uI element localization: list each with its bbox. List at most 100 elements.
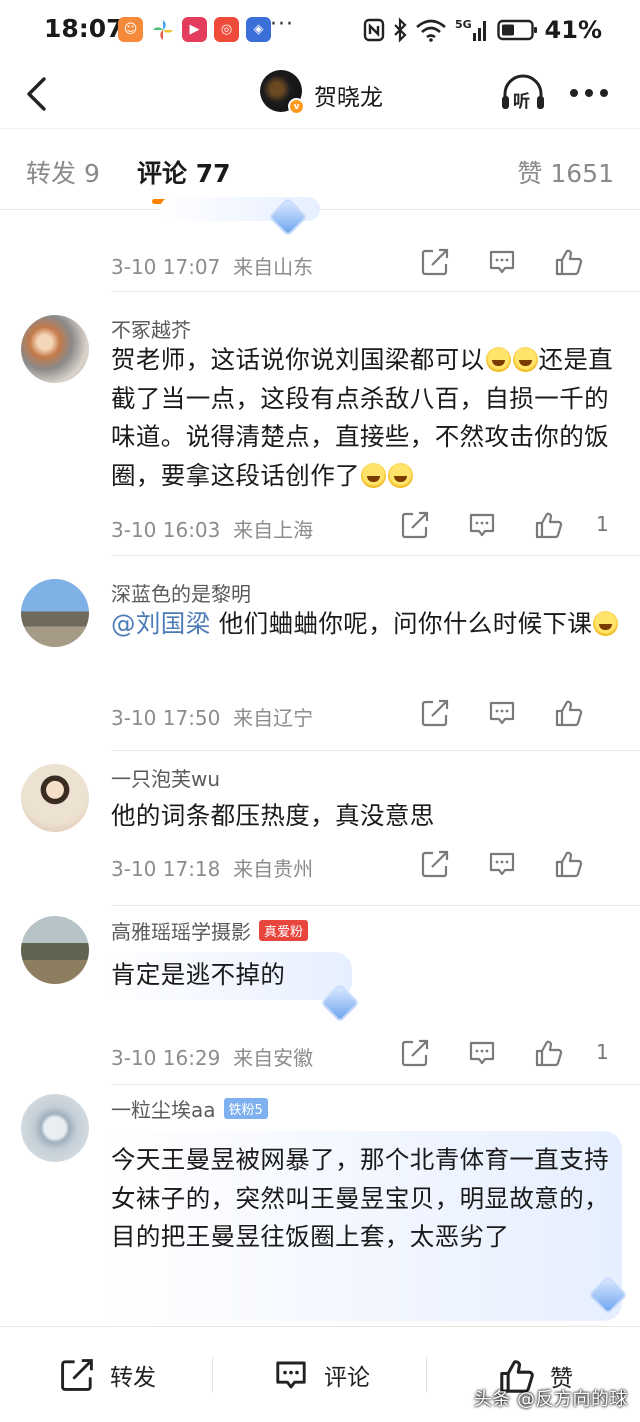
share-button[interactable] <box>420 247 454 281</box>
battery-percent: 41% <box>544 16 602 44</box>
tab-comment[interactable]: 评论 77 <box>137 154 231 190</box>
status-bar: 18:07 ☺ ▶ ◎ ◈ ··· 5G 41% <box>0 0 640 62</box>
comment-icon <box>489 852 515 876</box>
comment-text: 他的词条都压热度，真没意思 <box>111 801 435 830</box>
battery-icon <box>496 19 537 41</box>
verified-badge-icon: v <box>288 98 305 115</box>
author-name[interactable]: 贺晓龙 <box>314 78 383 112</box>
comment-meta: 3-10 17:07 来自山东 <box>111 251 313 280</box>
watermark-text: 头条 @反方向的球 <box>473 1389 628 1410</box>
laugh-cry-emoji-icon <box>388 462 413 488</box>
bottom-separator <box>426 1357 427 1393</box>
reply-button[interactable] <box>487 849 521 883</box>
taobao-icon: ☺ <box>118 17 143 42</box>
like-button[interactable] <box>554 849 588 883</box>
commenter-username[interactable]: 一只泡芙wu <box>111 763 220 792</box>
author-avatar[interactable]: v <box>260 70 305 115</box>
tab-repost[interactable]: 转发 9 <box>26 154 100 190</box>
comment-time: 3-10 17:18 <box>111 857 221 881</box>
comment-icon <box>489 250 515 274</box>
wifi-icon <box>415 19 446 42</box>
shield-app-icon: ◈ <box>246 17 271 42</box>
iron-fan-badge: 铁粉5 <box>223 1098 268 1119</box>
comment-text: 今天王曼昱被网暴了，那个北青体育一直支持女袜子的，突然叫王曼昱宝贝，明显故意的，… <box>111 1145 609 1251</box>
share-button[interactable] <box>420 849 454 883</box>
like-button[interactable] <box>534 1038 568 1072</box>
comment-divider <box>111 750 640 751</box>
comment-location: 来自上海 <box>233 518 314 542</box>
camera-icon: ◎ <box>214 17 239 42</box>
share-icon <box>61 1359 93 1391</box>
commenter-avatar[interactable] <box>21 1094 89 1162</box>
thumbs-up-icon <box>535 1040 563 1067</box>
comment-location: 来自山东 <box>233 255 314 279</box>
share-button[interactable] <box>400 1038 434 1072</box>
commenter-avatar[interactable] <box>21 916 89 984</box>
share-icon <box>421 850 449 878</box>
comment-time: 3-10 16:29 <box>111 1046 221 1070</box>
comment-time: 3-10 17:50 <box>111 706 221 730</box>
commenter-username[interactable]: 一粒尘埃aa 铁粉5 <box>111 1094 268 1123</box>
reply-button[interactable] <box>467 510 501 544</box>
tab-like[interactable]: 赞 1651 <box>517 154 614 190</box>
laugh-cry-emoji-icon <box>512 347 538 372</box>
comment-meta: 3-10 16:29 来自安徽 <box>111 1042 313 1071</box>
laugh-cry-emoji-icon <box>361 462 386 488</box>
back-button[interactable] <box>18 74 58 114</box>
comment-actions <box>420 849 620 883</box>
svg-text:听: 听 <box>513 91 530 112</box>
more-options-button[interactable] <box>570 82 612 104</box>
commenter-username[interactable]: 深蓝色的是黎明 <box>111 578 251 607</box>
comment-icon <box>469 1041 495 1065</box>
comment-divider <box>111 1084 640 1085</box>
comment-divider <box>111 555 640 556</box>
commenter-avatar[interactable] <box>21 764 89 832</box>
nfc-icon <box>363 18 384 42</box>
mention-link[interactable]: @刘国梁 <box>111 609 211 638</box>
like-button[interactable] <box>554 247 588 281</box>
comment-item: 一粒尘埃aa 铁粉5 今天王曼昱被网暴了，那个北青体育一直支持女袜子的，突然叫王曼… <box>0 1091 640 1331</box>
thumbs-up-icon <box>555 851 583 878</box>
comment-icon <box>469 513 495 537</box>
share-button[interactable] <box>400 510 434 544</box>
like-button[interactable] <box>554 698 588 732</box>
bottom-repost-label: 转发 <box>110 1365 156 1391</box>
signal-5g-icon: 5G <box>455 18 486 41</box>
listen-button[interactable]: 听 <box>500 74 546 114</box>
reply-button[interactable] <box>467 1038 501 1072</box>
bluetooth-icon <box>393 17 407 43</box>
comment-item: 深蓝色的是黎明 @刘国梁 他们蛐蛐你呢，问你什么时候下课 3-10 17:50 … <box>0 575 640 761</box>
comment-meta: 3-10 16:03 来自上海 <box>111 514 313 543</box>
commenter-username[interactable]: 不冢越芥 <box>111 314 191 343</box>
comment-meta: 3-10 17:18 来自贵州 <box>111 853 313 882</box>
reply-button[interactable] <box>487 698 521 732</box>
comment-time: 3-10 17:07 <box>111 255 221 279</box>
comment-text: @刘国梁 他们蛐蛐你呢，问你什么时候下课 <box>111 605 623 644</box>
bottom-comment-button[interactable]: 评论 <box>272 1357 370 1393</box>
reply-button[interactable] <box>487 247 521 281</box>
share-icon <box>401 1039 429 1067</box>
comment-item: 3-10 17:07 来自山东 <box>0 197 640 292</box>
status-more: ··· <box>270 12 294 37</box>
headphone-icon: 听 <box>502 74 544 112</box>
like-count: 1 <box>596 1040 609 1064</box>
share-button[interactable] <box>420 698 454 732</box>
commenter-avatar[interactable] <box>21 315 89 383</box>
comment-actions: 1 <box>401 1038 620 1072</box>
true-fan-badge: 真爱粉 <box>259 920 309 941</box>
pinwheel-icon <box>150 17 175 42</box>
status-indicators: 5G 41% <box>363 16 602 44</box>
comment-item: 一只泡芙wu 他的词条都压热度，真没意思 3-10 17:18 来自贵州 <box>0 763 640 913</box>
thumbs-up-icon <box>535 512 563 539</box>
commenter-avatar[interactable] <box>21 579 89 647</box>
commenter-username[interactable]: 高雅瑶瑶学摄影 真爱粉 <box>111 916 309 945</box>
more-dot-icon <box>600 89 608 97</box>
like-button[interactable] <box>534 510 568 544</box>
comment-divider <box>111 291 640 292</box>
thumbs-up-icon <box>555 700 583 727</box>
video-icon: ▶ <box>182 17 207 42</box>
comment-time: 3-10 16:03 <box>111 518 221 542</box>
bottom-repost-button[interactable]: 转发 <box>58 1357 156 1393</box>
comment-divider <box>111 905 640 906</box>
comment-actions <box>420 698 620 732</box>
